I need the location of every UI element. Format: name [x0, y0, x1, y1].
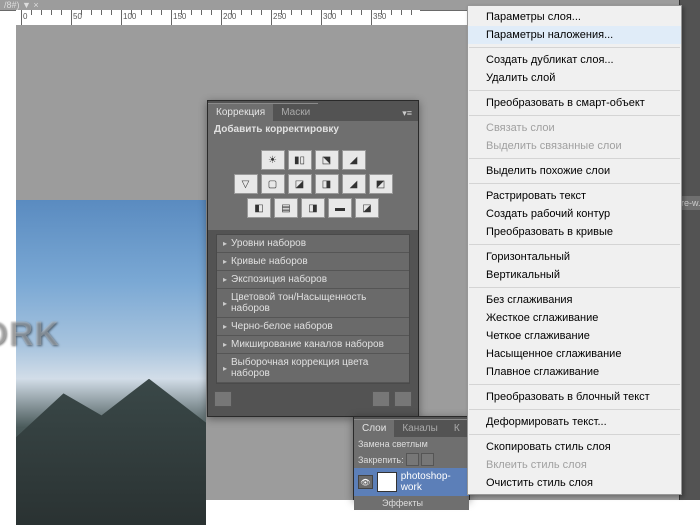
lock-pixels-icon[interactable] — [406, 453, 419, 466]
panel-footer — [208, 388, 418, 410]
canvas-text-layer[interactable]: ORK — [0, 315, 60, 354]
menu-item[interactable]: Насыщенное сглаживание — [468, 345, 681, 363]
preset-item[interactable]: Черно-белое наборов — [217, 318, 409, 336]
menu-separator — [469, 115, 680, 116]
vertical-ruler — [0, 25, 17, 500]
photo-filter-icon[interactable]: ◢ — [342, 174, 366, 194]
panel-header: Коррекция Маски ▾≡ — [208, 101, 418, 121]
mountain-graphic — [16, 379, 206, 525]
menu-separator — [469, 90, 680, 91]
preset-item[interactable]: Экспозиция наборов — [217, 271, 409, 289]
tab-corrections[interactable]: Коррекция — [208, 103, 273, 121]
menu-separator — [469, 47, 680, 48]
layers-header: Слои Каналы К — [354, 417, 469, 437]
effects-row[interactable]: Эффекты — [354, 496, 469, 510]
menu-item[interactable]: Деформировать текст... — [468, 413, 681, 431]
adjustment-icons: ☀ ▮▯ ⬔ ◢ ▽ ▢ ◪ ◨ ◢ ◩ ◧ ▤ ◨ ▬ ◪ — [208, 138, 418, 230]
visibility-icon[interactable]: 👁 — [358, 475, 373, 489]
levels-icon[interactable]: ▮▯ — [288, 150, 312, 170]
channel-mixer-icon[interactable]: ◩ — [369, 174, 393, 194]
document-tab[interactable]: /8#) ▼ × — [0, 0, 43, 10]
menu-separator — [469, 183, 680, 184]
gradient-map-icon[interactable]: ▬ — [328, 198, 352, 218]
blend-mode-label: Замена светлым — [358, 439, 428, 449]
menu-item[interactable]: Создать рабочий контур — [468, 205, 681, 223]
preset-item[interactable]: Микширование каналов наборов — [217, 336, 409, 354]
adjustments-title: Добавить корректировку — [208, 121, 418, 138]
lock-controls: Закрепить: — [354, 451, 469, 468]
menu-separator — [469, 409, 680, 410]
menu-item[interactable]: Выделить похожие слои — [468, 162, 681, 180]
menu-item[interactable]: Преобразовать в смарт-объект — [468, 94, 681, 112]
trash-icon[interactable] — [394, 391, 412, 407]
text-layer-thumb: T — [377, 472, 397, 492]
brightness-icon[interactable]: ☀ — [261, 150, 285, 170]
exposure-icon[interactable]: ◢ — [342, 150, 366, 170]
menu-item[interactable]: Горизонтальный — [468, 248, 681, 266]
tab-channels[interactable]: Каналы — [394, 419, 446, 437]
preset-list: Уровни наборовКривые наборовЭкспозиция н… — [216, 234, 410, 384]
menu-item: Связать слои — [468, 119, 681, 137]
blend-mode-select[interactable]: Замена светлым — [354, 437, 469, 451]
menu-item[interactable]: Преобразовать в кривые — [468, 223, 681, 241]
vibrance-icon[interactable]: ▽ — [234, 174, 258, 194]
menu-item[interactable]: Преобразовать в блочный текст — [468, 388, 681, 406]
menu-item[interactable]: Очистить стиль слоя — [468, 474, 681, 492]
menu-item[interactable]: Скопировать стиль слоя — [468, 438, 681, 456]
menu-separator — [469, 434, 680, 435]
curves-icon[interactable]: ⬔ — [315, 150, 339, 170]
clip-icon[interactable] — [372, 391, 390, 407]
bw-icon[interactable]: ◨ — [315, 174, 339, 194]
layers-panel: Слои Каналы К Замена светлым Закрепить: … — [353, 416, 470, 500]
horizontal-ruler: 050100150200250300350400 — [16, 10, 420, 26]
menu-item[interactable]: Плавное сглаживание — [468, 363, 681, 381]
menu-separator — [469, 158, 680, 159]
expand-icon[interactable] — [214, 391, 232, 407]
threshold-icon[interactable]: ◨ — [301, 198, 325, 218]
menu-item[interactable]: Вертикальный — [468, 266, 681, 284]
hue-icon[interactable]: ▢ — [261, 174, 285, 194]
menu-item[interactable]: Параметры слоя... — [468, 8, 681, 26]
menu-item: Вклеить стиль слоя — [468, 456, 681, 474]
preset-item[interactable]: Цветовой тон/Насыщенность наборов — [217, 289, 409, 318]
panel-menu-icon[interactable]: ▾≡ — [396, 106, 418, 121]
preset-item[interactable]: Выборочная коррекция цвета наборов — [217, 354, 409, 383]
tab-paths[interactable]: К — [446, 419, 468, 437]
menu-item[interactable]: Параметры наложения... — [468, 26, 681, 44]
adjustments-panel: Коррекция Маски ▾≡ Добавить корректировк… — [207, 100, 419, 417]
layer-context-menu: Параметры слоя...Параметры наложения... С… — [467, 5, 682, 495]
menu-item[interactable]: Четкое сглаживание — [468, 327, 681, 345]
menu-item[interactable]: Жесткое сглаживание — [468, 309, 681, 327]
invert-icon[interactable]: ◧ — [247, 198, 271, 218]
menu-item: Выделить связанные слои — [468, 137, 681, 155]
menu-item[interactable]: Создать дубликат слоя... — [468, 51, 681, 69]
right-dock — [679, 0, 700, 500]
tab-masks[interactable]: Маски — [273, 103, 318, 121]
menu-separator — [469, 287, 680, 288]
menu-item[interactable]: Удалить слой — [468, 69, 681, 87]
menu-item[interactable]: Растрировать текст — [468, 187, 681, 205]
posterize-icon[interactable]: ▤ — [274, 198, 298, 218]
tab-layers[interactable]: Слои — [354, 419, 394, 437]
balance-icon[interactable]: ◪ — [288, 174, 312, 194]
document-image: ORK — [16, 200, 206, 525]
lock-label: Закрепить: — [358, 455, 404, 465]
menu-item[interactable]: Без сглаживания — [468, 291, 681, 309]
preset-item[interactable]: Уровни наборов — [217, 235, 409, 253]
lock-position-icon[interactable] — [421, 453, 434, 466]
layer-row[interactable]: 👁 T photoshop-work — [354, 468, 469, 496]
selective-color-icon[interactable]: ◪ — [355, 198, 379, 218]
menu-separator — [469, 244, 680, 245]
menu-separator — [469, 384, 680, 385]
layer-name: photoshop-work — [401, 471, 465, 493]
preset-item[interactable]: Кривые наборов — [217, 253, 409, 271]
